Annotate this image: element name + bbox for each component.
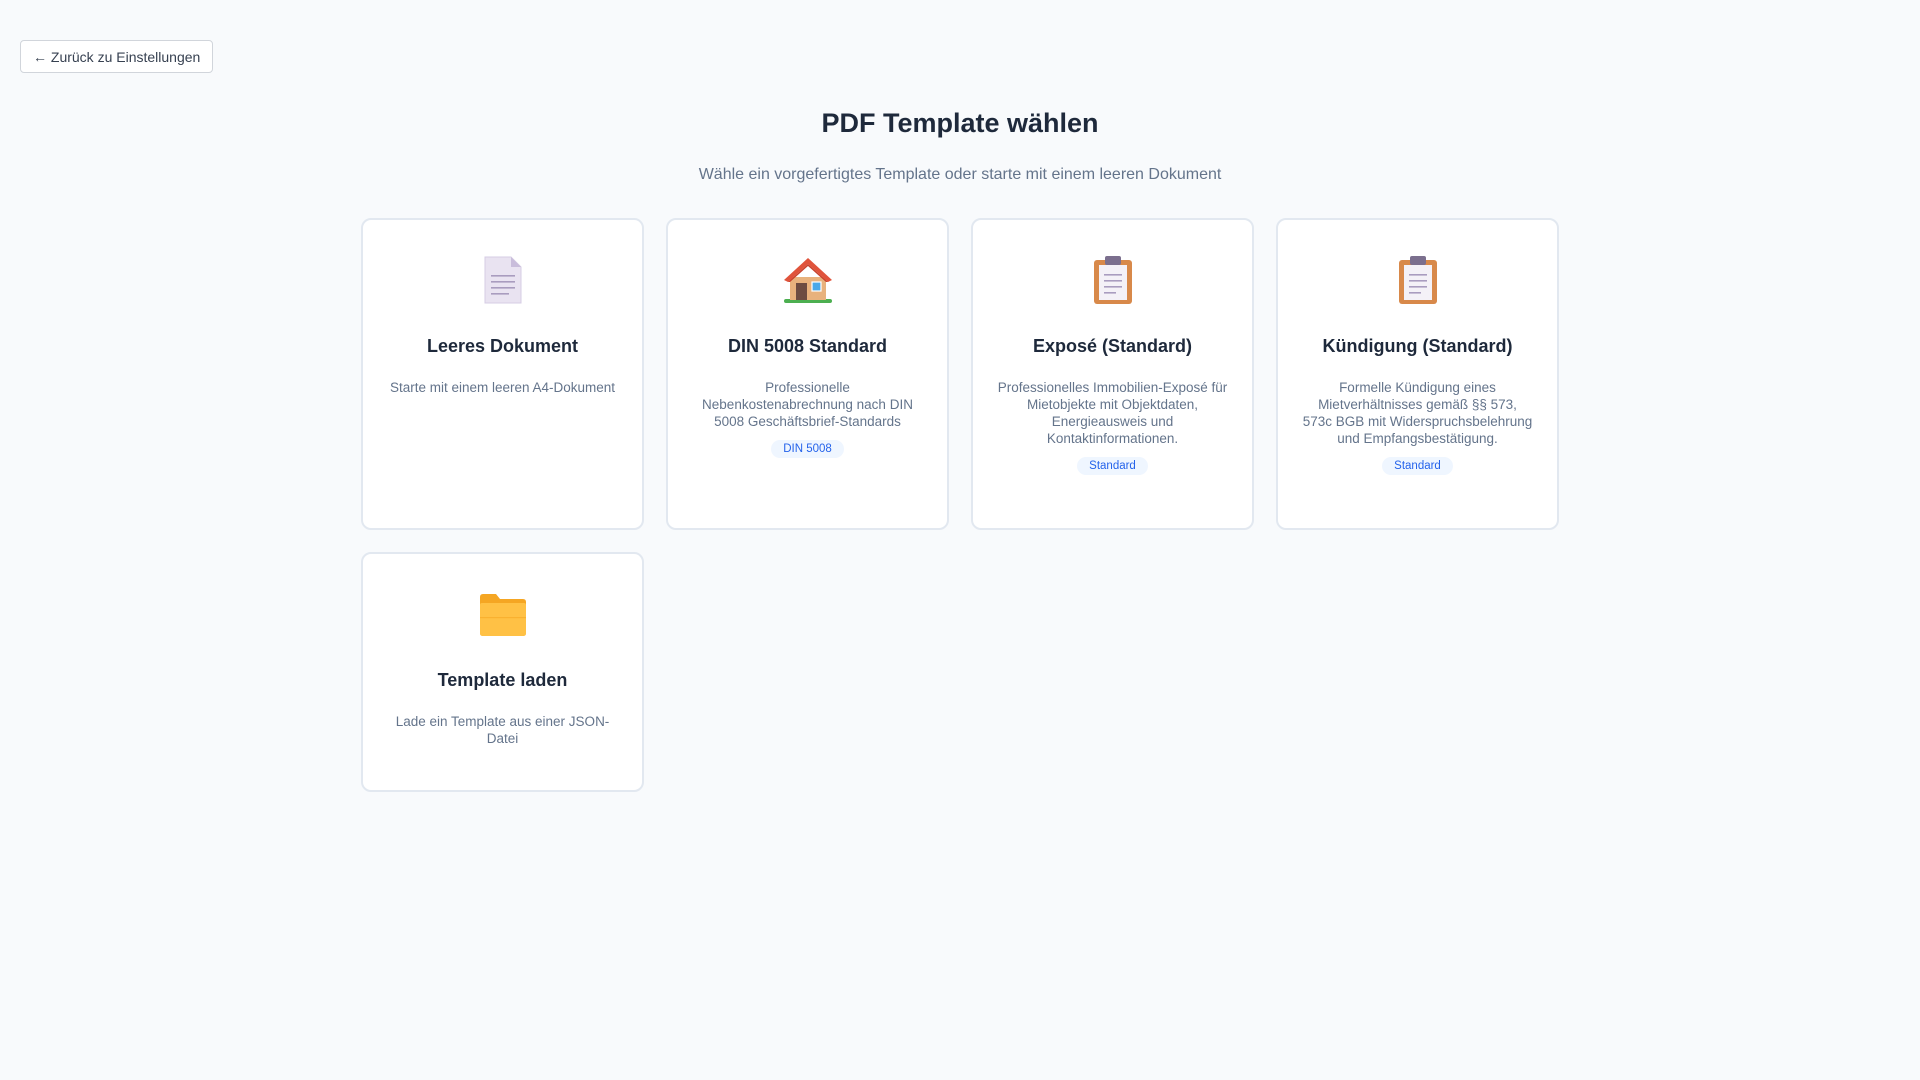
- template-badge: Standard: [1382, 457, 1453, 475]
- template-title: Template laden: [437, 670, 568, 690]
- page-subtitle: Wähle ein vorgefertigtes Template oder s…: [698, 166, 1222, 183]
- house-icon: [782, 254, 834, 306]
- template-card-kuendigung[interactable]: Kündigung (Standard) Formelle Kündigung …: [1276, 218, 1559, 530]
- template-picker-page: ← Zurück zu Einstellungen PDF Template w…: [0, 0, 1920, 1080]
- template-title: Exposé (Standard): [1032, 336, 1193, 356]
- folder-icon: [477, 588, 529, 640]
- template-title: Leeres Dokument: [426, 336, 579, 356]
- template-description: Lade ein Template aus einer JSON-Datei: [395, 714, 610, 746]
- clipboard-icon: [1392, 254, 1444, 306]
- template-description: Professionelles Immobilien-Exposé für Mi…: [997, 380, 1228, 446]
- clipboard-icon: [1087, 254, 1139, 306]
- page-title: PDF Template wählen: [821, 108, 1099, 138]
- template-card-expose[interactable]: Exposé (Standard) Professionelles Immobi…: [971, 218, 1254, 530]
- template-card-blank-document[interactable]: Leeres Dokument Starte mit einem leeren …: [361, 218, 644, 530]
- template-title: Kündigung (Standard): [1322, 336, 1513, 356]
- template-description: Starte mit einem leeren A4-Dokument: [389, 380, 616, 395]
- back-to-settings-button[interactable]: ← Zurück zu Einstellungen: [20, 40, 214, 73]
- template-card-load-template[interactable]: Template laden Lade ein Template aus ein…: [361, 552, 644, 792]
- template-badge: DIN 5008: [771, 440, 844, 458]
- template-card-din-5008[interactable]: DIN 5008 Standard Professionelle Nebenko…: [666, 218, 949, 530]
- document-icon: [477, 254, 529, 306]
- template-description: Formelle Kündigung eines Mietverhältniss…: [1302, 380, 1533, 446]
- template-description: Professionelle Nebenkostenabrechnung nac…: [702, 380, 913, 429]
- back-button-label: ← Zurück zu Einstellungen: [33, 48, 201, 65]
- template-badge: Standard: [1077, 457, 1148, 475]
- template-title: DIN 5008 Standard: [727, 336, 888, 356]
- template-grid: Leeres Dokument Starte mit einem leeren …: [361, 218, 1560, 792]
